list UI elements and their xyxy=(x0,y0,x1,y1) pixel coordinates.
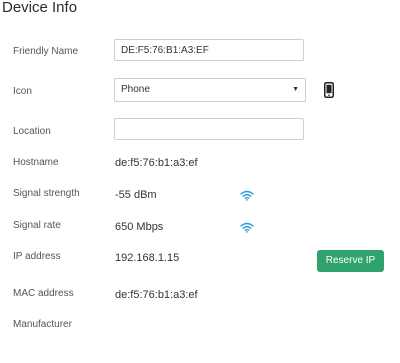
icon-select-value: Phone xyxy=(121,84,150,95)
signal-rate-label: Signal rate xyxy=(13,220,61,231)
friendly-name-label: Friendly Name xyxy=(13,46,79,57)
signal-rate-value: 650 Mbps xyxy=(115,221,164,233)
device-info-panel: Device Info Friendly Name Icon Phone ▼ L… xyxy=(0,0,400,363)
signal-strength-label: Signal strength xyxy=(13,188,80,199)
mac-address-label: MAC address xyxy=(13,288,74,299)
signal-strength-value: -55 dBm xyxy=(115,189,157,201)
icon-label: Icon xyxy=(13,86,32,97)
icon-select[interactable]: Phone ▼ xyxy=(114,78,306,102)
reserve-ip-button[interactable]: Reserve IP xyxy=(317,250,384,272)
friendly-name-input[interactable] xyxy=(114,39,304,61)
wifi-icon xyxy=(240,222,254,233)
page-title: Device Info xyxy=(2,0,78,16)
location-input[interactable] xyxy=(114,118,304,140)
mac-address-value: de:f5:76:b1:a3:ef xyxy=(115,289,198,301)
phone-icon xyxy=(324,82,334,98)
chevron-down-icon: ▼ xyxy=(292,86,299,93)
ip-address-value: 192.168.1.15 xyxy=(115,252,180,264)
location-label: Location xyxy=(13,126,51,137)
hostname-value: de:f5:76:b1:a3:ef xyxy=(115,157,198,169)
ip-address-label: IP address xyxy=(13,251,61,262)
manufacturer-label: Manufacturer xyxy=(13,319,72,330)
hostname-label: Hostname xyxy=(13,157,59,168)
wifi-icon xyxy=(240,190,254,201)
